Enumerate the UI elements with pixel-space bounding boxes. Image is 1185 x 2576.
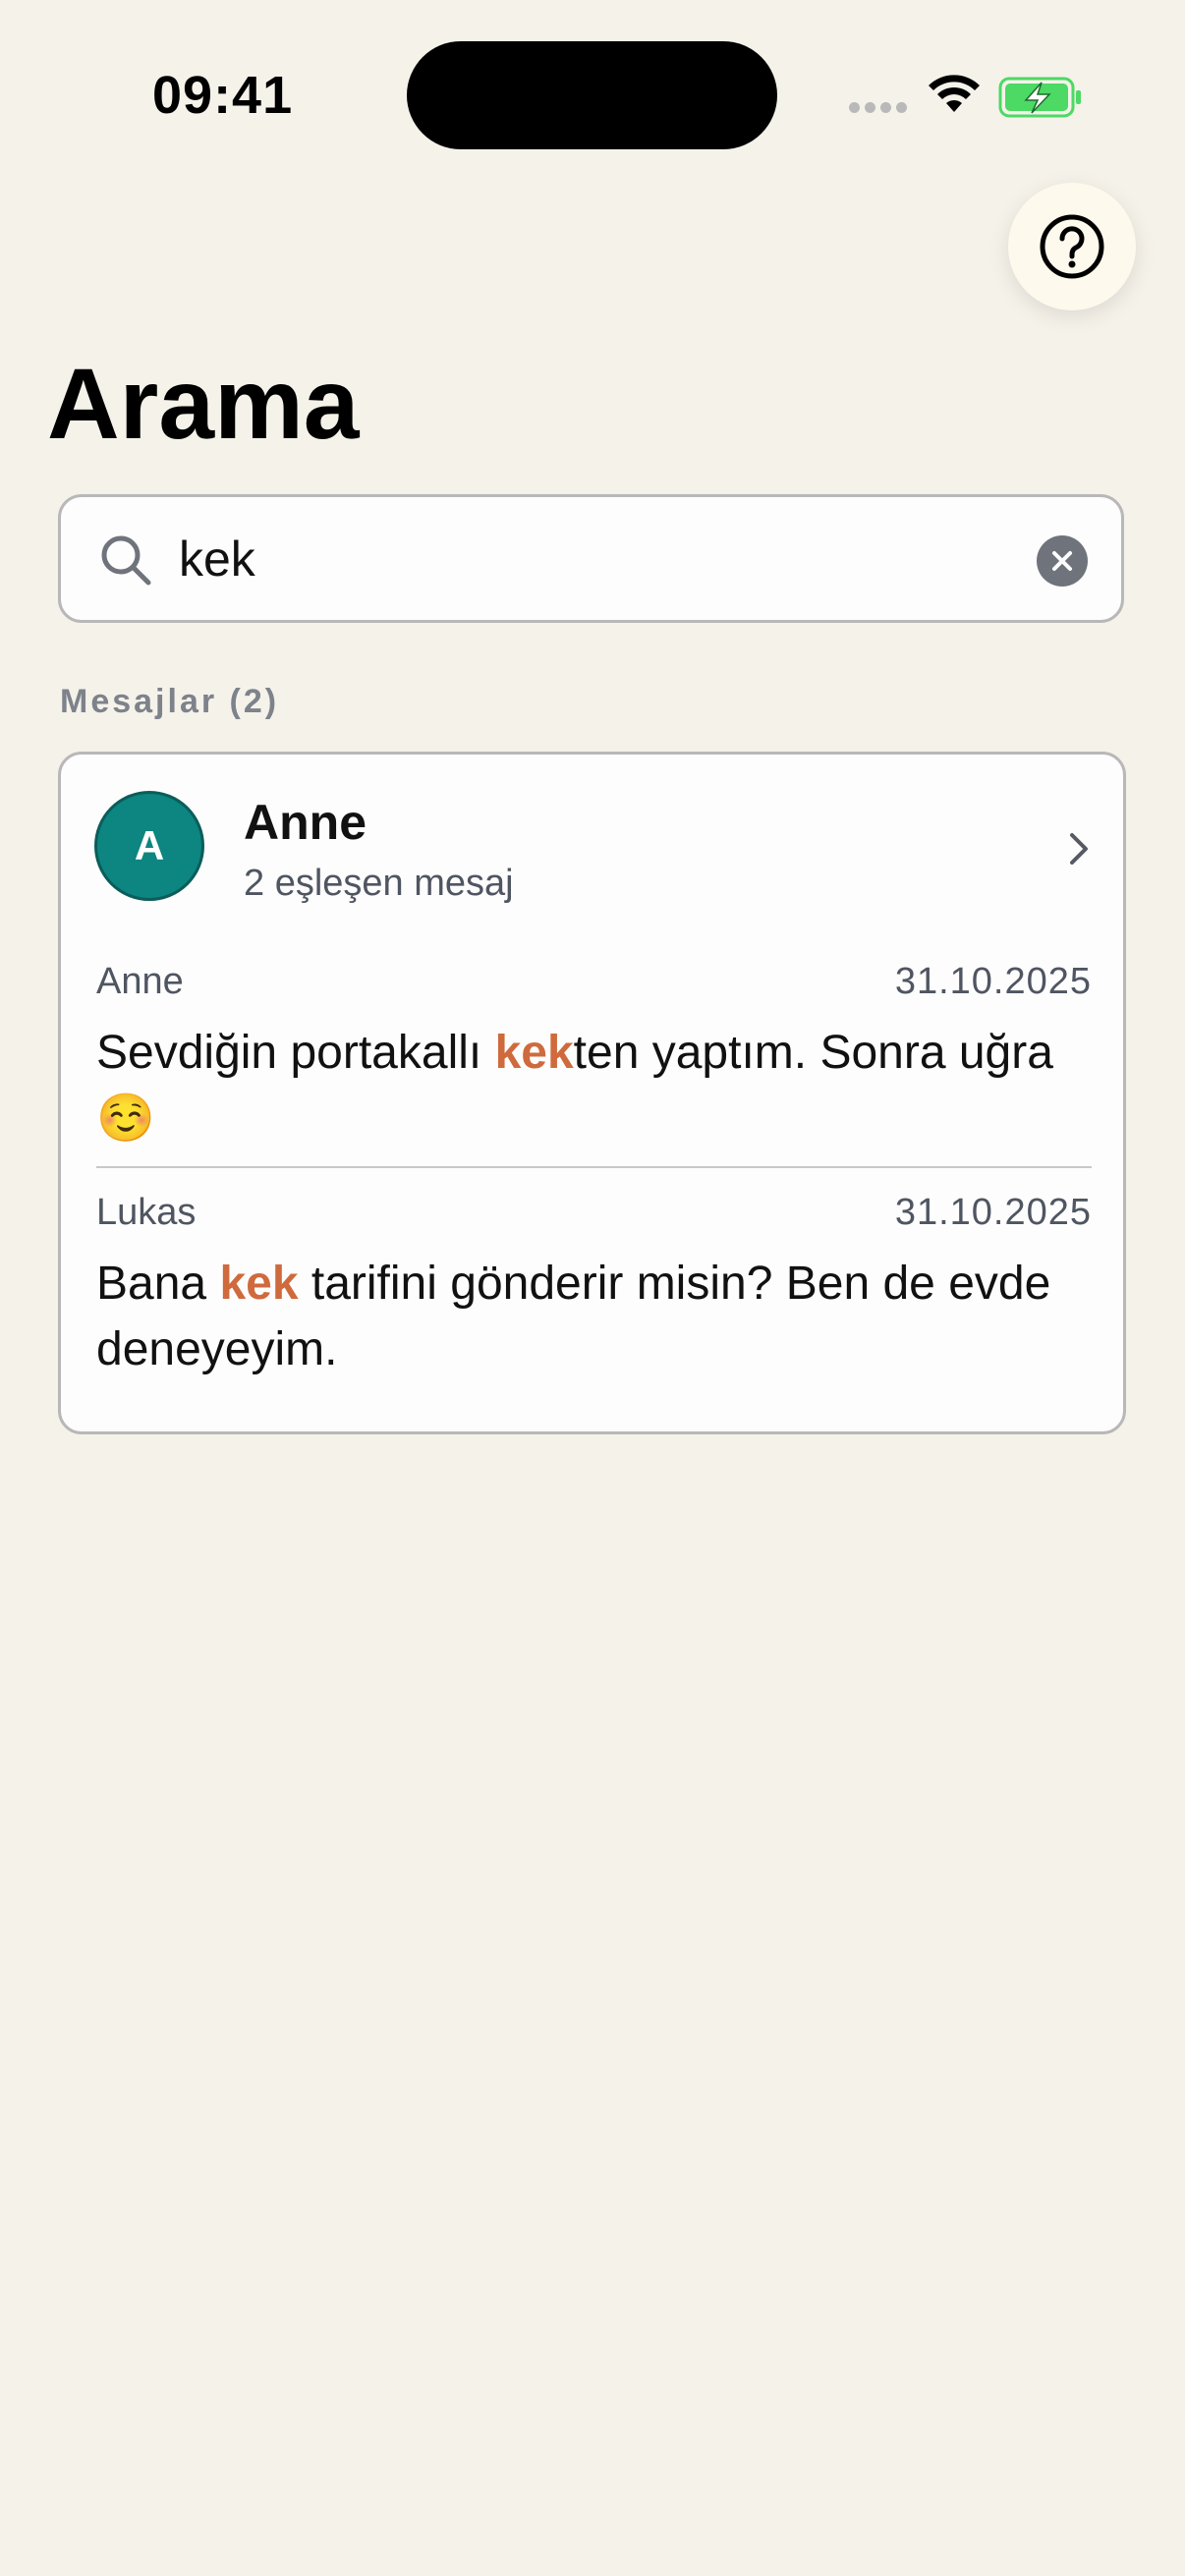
divider (96, 1166, 1092, 1168)
message-date: 31.10.2025 (894, 961, 1092, 1002)
conversation-result-card[interactable]: A Anne 2 eşleşen mesaj Anne 31.10.2025 S… (58, 752, 1126, 1434)
message-date: 31.10.2025 (894, 1192, 1092, 1233)
message-sender: Lukas (96, 1192, 197, 1233)
search-bar[interactable] (58, 494, 1124, 623)
chevron-right-icon[interactable] (1065, 829, 1093, 868)
wifi-icon (929, 75, 980, 112)
page-title: Arama (47, 348, 360, 460)
message-text: Sevdiğin portakallı kekten yaptım. Sonra… (96, 1027, 1053, 1145)
search-icon (101, 535, 151, 586)
battery-charging-icon (998, 77, 1081, 118)
status-time: 09:41 (152, 66, 294, 125)
clear-icon (1052, 551, 1072, 571)
help-button[interactable] (1008, 183, 1136, 310)
message-text: Bana kek tarifini gönderir misin? Ben de… (96, 1258, 1051, 1375)
dynamic-island (407, 41, 777, 149)
section-header-messages: Mesajlar (2) (60, 683, 280, 720)
message-sender: Anne (96, 961, 184, 1002)
clear-search-button[interactable] (1037, 535, 1088, 587)
search-match-highlight: kek (494, 1027, 574, 1079)
status-bar: 09:41 (0, 0, 1185, 177)
contact-name: Anne (244, 795, 367, 850)
search-match-highlight: kek (219, 1258, 299, 1310)
cellular-signal-icon (849, 102, 908, 116)
avatar: A (94, 791, 204, 901)
search-input[interactable] (179, 517, 965, 601)
question-circle-icon (1040, 214, 1104, 279)
match-count: 2 eşleşen mesaj (244, 863, 514, 904)
